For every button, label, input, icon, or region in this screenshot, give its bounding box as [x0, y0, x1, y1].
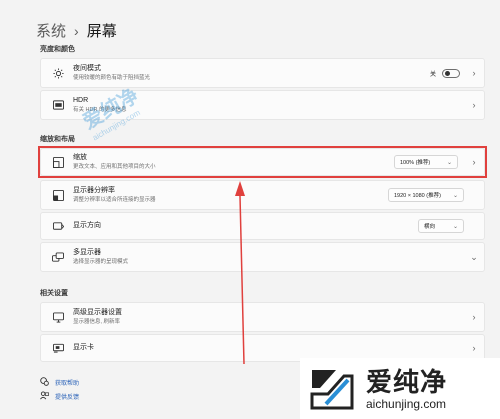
brand-logo-icon [306, 364, 358, 414]
brand-name: 爱纯净 [366, 366, 448, 397]
brand-watermark: 爱纯净 aichunjing.com [300, 358, 500, 419]
annotation-arrow [235, 181, 245, 365]
brand-url: aichunjing.com [366, 396, 447, 411]
